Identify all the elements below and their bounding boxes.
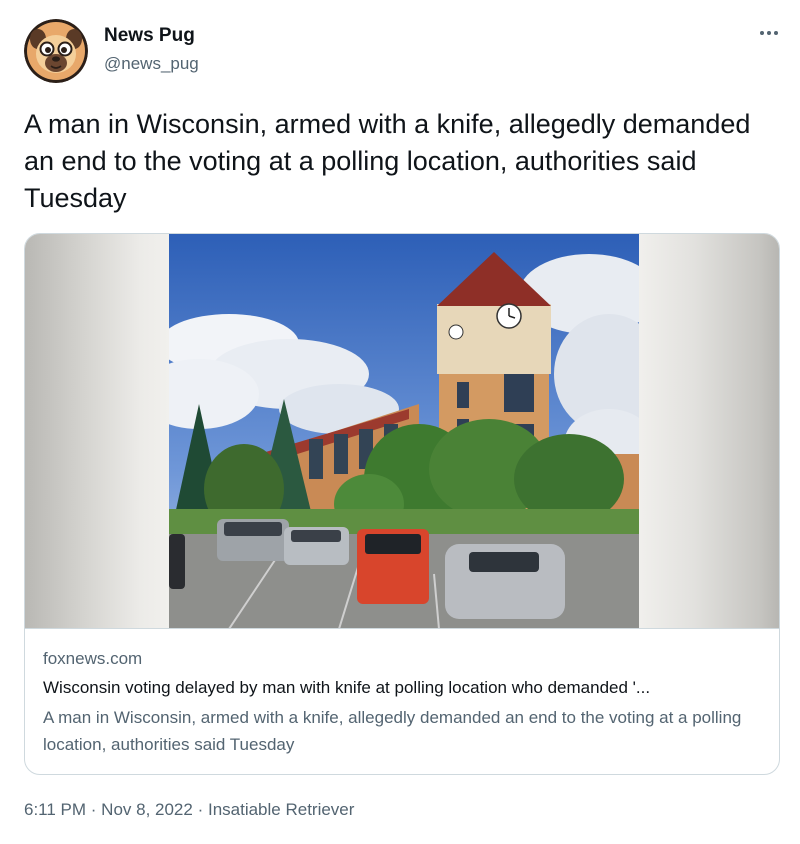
more-dot: [760, 31, 764, 35]
tweet-text: A man in Wisconsin, armed with a knife, …: [24, 109, 751, 213]
card-image-blur-left: [25, 234, 169, 628]
card-image[interactable]: [25, 234, 779, 629]
meta-separator: ·: [86, 800, 102, 819]
pug-avatar-icon[interactable]: [24, 19, 88, 83]
card-body[interactable]: foxnews.com Wisconsin voting delayed by …: [43, 646, 763, 758]
card-description: A man in Wisconsin, armed with a knife, …: [43, 708, 742, 754]
more-options-icon[interactable]: [756, 26, 782, 40]
tweet-meta: 6:11 PM · Nov 8, 2022 · Insatiable Retri…: [24, 798, 354, 822]
more-dot: [767, 31, 771, 35]
handle[interactable]: @news_pug: [104, 52, 199, 76]
tweet-time[interactable]: 6:11 PM: [24, 800, 86, 819]
meta-separator: ·: [192, 800, 208, 819]
author-block[interactable]: News Pug @news_pug: [104, 24, 199, 76]
card-domain: foxnews.com: [43, 649, 143, 668]
tweet: News Pug @news_pug A man in Wisconsin, a…: [0, 0, 800, 844]
tweet-source: Insatiable Retriever: [207, 800, 355, 819]
card-title[interactable]: Wisconsin voting delayed by man with kni…: [43, 675, 763, 701]
polling-location-photo: [169, 234, 639, 628]
link-card[interactable]: foxnews.com Wisconsin voting delayed by …: [24, 233, 780, 775]
tweet-date[interactable]: Nov 8, 2022: [101, 800, 193, 819]
card-image-blur-right: [637, 234, 779, 628]
more-dot: [774, 31, 778, 35]
display-name[interactable]: News Pug: [104, 24, 199, 48]
